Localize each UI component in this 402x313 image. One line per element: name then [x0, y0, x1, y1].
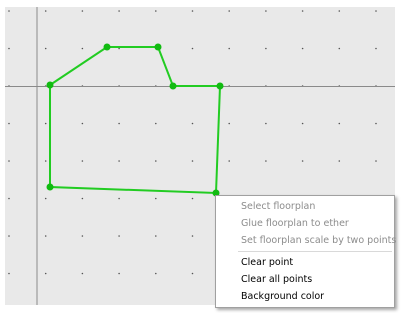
grid-dot [265, 10, 267, 12]
grid-dot [191, 160, 194, 162]
grid-dot [265, 47, 267, 50]
grid-dot [155, 122, 157, 125]
grid-dot [118, 10, 120, 12]
grid-dot [375, 122, 377, 125]
menu-item-clear-all-points[interactable]: Clear all points [216, 271, 394, 288]
grid-dot [155, 272, 157, 275]
grid-dot [301, 160, 304, 162]
grid-dot [44, 10, 47, 12]
grid-dot [118, 122, 120, 125]
grid-dot [81, 272, 84, 275]
context-menu: Select floorplan Glue floorplan to ether… [215, 195, 396, 308]
grid-dot [265, 122, 267, 125]
polygon-point[interactable] [46, 81, 54, 89]
grid-dot [375, 10, 377, 12]
grid-dot [191, 122, 194, 125]
grid-dot [191, 47, 194, 50]
grid-dot [8, 47, 10, 50]
grid-dot [228, 160, 230, 162]
grid-dot [81, 235, 84, 237]
grid-dot [118, 235, 120, 237]
grid-dot [338, 122, 341, 125]
grid-dot [8, 160, 10, 162]
grid-dot [338, 47, 341, 50]
menu-item-background-color[interactable]: Background color [216, 288, 394, 305]
grid-dot [155, 160, 157, 162]
polygon-point[interactable] [103, 43, 111, 51]
grid-dot [155, 10, 157, 12]
menu-item-glue-floorplan[interactable]: Glue floorplan to ether [216, 215, 394, 232]
grid-dot [301, 47, 304, 50]
grid-dot [44, 235, 47, 237]
grid-dot [44, 122, 47, 125]
polygon-point[interactable] [216, 82, 224, 90]
grid-dot [81, 197, 84, 200]
grid-dot [191, 272, 194, 275]
polygon-point[interactable] [46, 183, 54, 191]
menu-item-set-floorplan-scale[interactable]: Set floorplan scale by two points [216, 232, 396, 249]
grid-dot [8, 235, 10, 237]
menu-item-select-floorplan[interactable]: Select floorplan [216, 198, 394, 215]
polygon-point[interactable] [169, 82, 177, 90]
floorplan-polygon[interactable] [49, 46, 222, 195]
grid-dot [155, 197, 157, 200]
grid-dot [228, 122, 230, 125]
grid-dot [265, 160, 267, 162]
grid-dot [81, 47, 84, 50]
grid-dot [301, 122, 304, 125]
grid-dot [118, 197, 120, 200]
grid-dot [81, 10, 84, 12]
grid-dot [338, 10, 341, 12]
grid-dot [8, 122, 10, 125]
grid-dot [118, 272, 120, 275]
menu-item-clear-point[interactable]: Clear point [216, 254, 394, 271]
menu-separator [238, 251, 392, 252]
grid-dot [8, 272, 10, 275]
grid-dot [375, 160, 377, 162]
polygon-point[interactable] [154, 43, 162, 51]
grid-dot [228, 47, 230, 50]
grid-dot [375, 47, 377, 50]
grid-dot [8, 197, 10, 200]
grid-dot [228, 10, 230, 12]
grid-dot [301, 10, 304, 12]
grid-dot [338, 160, 341, 162]
grid-dot [118, 160, 120, 162]
grid-dot [191, 235, 194, 237]
grid-dot [8, 10, 10, 12]
grid-dot [191, 10, 194, 12]
grid-dot [44, 197, 47, 200]
grid-dot [44, 47, 47, 50]
grid-dot [44, 272, 47, 275]
grid-dot [191, 197, 194, 200]
grid-dot [81, 160, 84, 162]
grid-dot [81, 122, 84, 125]
grid-dot [155, 235, 157, 237]
grid-dot [44, 160, 47, 162]
